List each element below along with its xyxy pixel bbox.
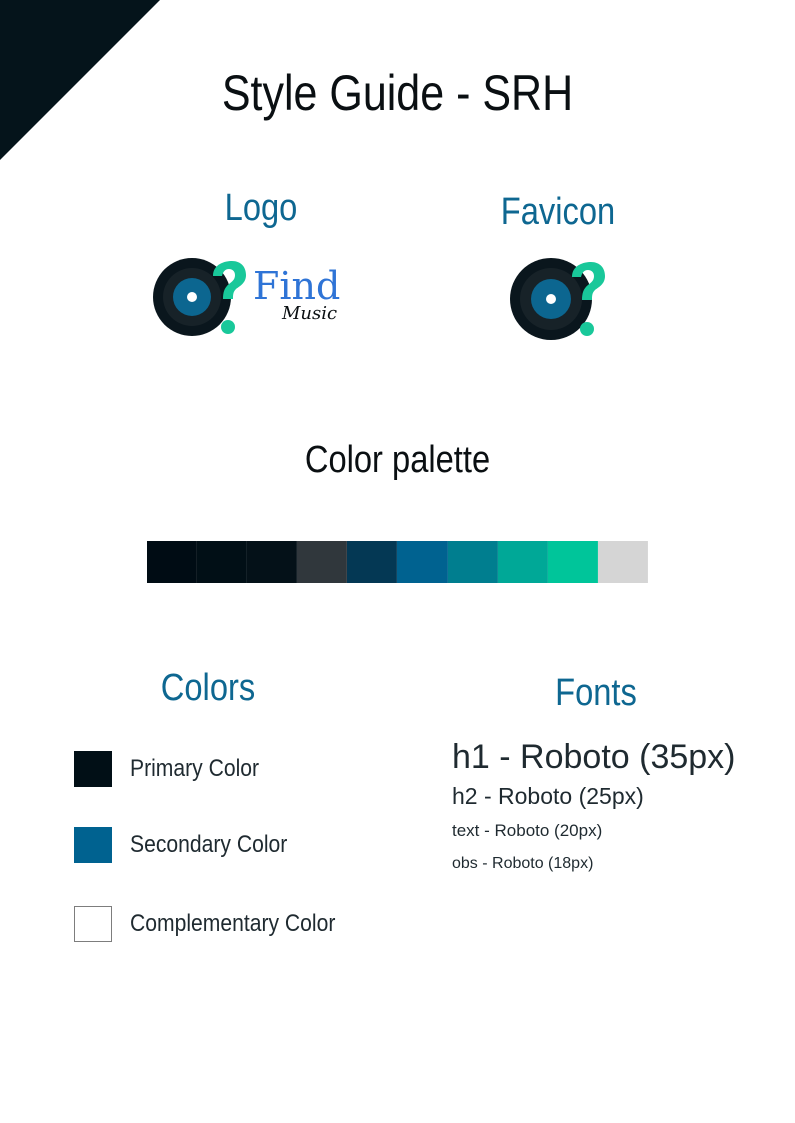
favicon-section-title: Favicon [500, 191, 616, 233]
font-spec-obs: obs - Roboto (18px) [452, 855, 594, 872]
palette-swatch [147, 541, 198, 583]
palette-swatch [247, 541, 298, 583]
logo-wordmark: Find [253, 264, 341, 308]
font-spec-h1: h1 - Roboto (35px) [452, 738, 736, 776]
vinyl-record-question-icon [510, 258, 605, 340]
color-palette [147, 541, 648, 583]
legend-swatch [74, 751, 112, 787]
legend-swatch [74, 906, 112, 942]
palette-swatch [497, 541, 548, 583]
palette-title: Color palette [304, 439, 491, 481]
logo-section-title: Logo [224, 187, 298, 229]
palette-swatch [597, 541, 648, 583]
font-spec-text: text - Roboto (20px) [452, 821, 603, 840]
colors-section-title: Colors [160, 667, 256, 709]
legend-label: Complementary Color [130, 910, 336, 937]
font-spec-h2: h2 - Roboto (25px) [452, 783, 644, 809]
palette-swatch [397, 541, 448, 583]
logo: Find Music [152, 252, 352, 342]
palette-swatch [297, 541, 348, 583]
vinyl-record-question-icon [153, 258, 246, 336]
palette-swatch [547, 541, 598, 583]
logo-subtext: Music [282, 303, 338, 324]
legend-label: Primary Color [130, 755, 260, 782]
page-title: Style Guide - SRH [221, 65, 574, 121]
palette-swatch [197, 541, 248, 583]
legend-swatch [74, 827, 112, 863]
palette-swatch [347, 541, 398, 583]
palette-swatch [447, 541, 498, 583]
favicon [505, 255, 607, 352]
legend-label: Secondary Color [130, 831, 288, 858]
fonts-section-title: Fonts [555, 672, 637, 714]
